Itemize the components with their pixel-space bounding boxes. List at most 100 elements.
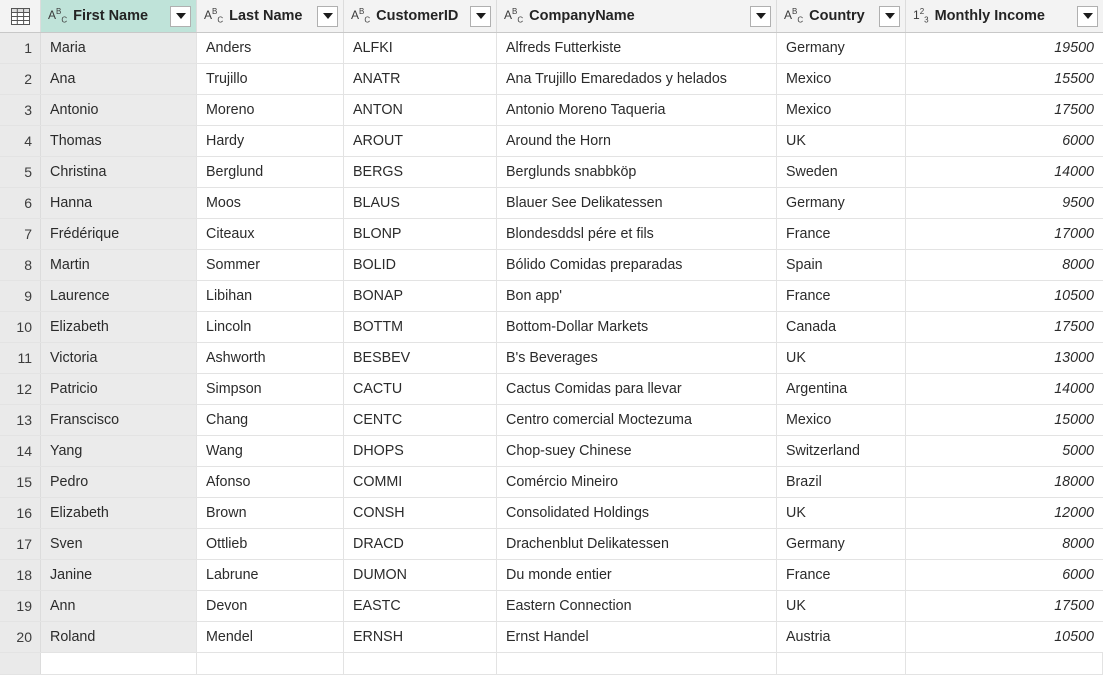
- cell-country[interactable]: Germany: [777, 188, 906, 218]
- table-row[interactable]: 20 Roland Mendel ERNSH Ernst Handel Austria 10…: [0, 622, 1103, 653]
- filter-dropdown-customerid[interactable]: [470, 5, 491, 27]
- cell-last-name[interactable]: Ottlieb: [197, 529, 344, 559]
- row-number[interactable]: 7: [0, 219, 41, 249]
- cell-companyname[interactable]: Blauer See Delikatessen: [497, 188, 777, 218]
- cell-country[interactable]: Mexico: [777, 95, 906, 125]
- cell-companyname[interactable]: Ana Trujillo Emaredados y helados: [497, 64, 777, 94]
- cell-companyname[interactable]: Du monde entier: [497, 560, 777, 590]
- cell-country[interactable]: UK: [777, 591, 906, 621]
- cell-first-name[interactable]: Sven: [41, 529, 197, 559]
- table-row[interactable]: 2 Ana Trujillo ANATR Ana Trujillo Emaredados…: [0, 64, 1103, 95]
- row-number[interactable]: 2: [0, 64, 41, 94]
- cell-last-name[interactable]: Moos: [197, 188, 344, 218]
- cell-customerid[interactable]: BLONP: [344, 219, 497, 249]
- table-row[interactable]: 9 Laurence Libihan BONAP Bon app' France 10500: [0, 281, 1103, 312]
- cell-companyname[interactable]: Blondesddsl pére et fils: [497, 219, 777, 249]
- cell-first-name[interactable]: Frédérique: [41, 219, 197, 249]
- cell-customerid[interactable]: BERGS: [344, 157, 497, 187]
- cell-last-name[interactable]: Anders: [197, 33, 344, 63]
- cell-monthly-income[interactable]: 6000: [906, 560, 1103, 590]
- cell-customerid[interactable]: ANTON: [344, 95, 497, 125]
- cell-customerid[interactable]: BLAUS: [344, 188, 497, 218]
- cell-customerid[interactable]: AROUT: [344, 126, 497, 156]
- row-number[interactable]: 14: [0, 436, 41, 466]
- cell-customerid[interactable]: ALFKI: [344, 33, 497, 63]
- table-row[interactable]: 7 Frédérique Citeaux BLONP Blondesddsl pére …: [0, 219, 1103, 250]
- row-number[interactable]: 9: [0, 281, 41, 311]
- row-number[interactable]: 6: [0, 188, 41, 218]
- cell-last-name[interactable]: Devon: [197, 591, 344, 621]
- table-row[interactable]: 14 Yang Wang DHOPS Chop-suey Chinese Switzerl…: [0, 436, 1103, 467]
- cell-country[interactable]: France: [777, 281, 906, 311]
- cell-last-name[interactable]: Brown: [197, 498, 344, 528]
- table-row[interactable]: 15 Pedro Afonso COMMI Comércio Mineiro Brazil…: [0, 467, 1103, 498]
- row-number[interactable]: 16: [0, 498, 41, 528]
- column-header-customerid[interactable]: ABC CustomerID: [344, 0, 497, 32]
- cell-first-name[interactable]: Elizabeth: [41, 312, 197, 342]
- row-number[interactable]: 19: [0, 591, 41, 621]
- cell-last-name[interactable]: Labrune: [197, 560, 344, 590]
- table-row[interactable]: 13 Franscisco Chang CENTC Centro comercial M…: [0, 405, 1103, 436]
- table-row[interactable]: 11 Victoria Ashworth BESBEV B's Beverages UK 1…: [0, 343, 1103, 374]
- table-row[interactable]: 18 Janine Labrune DUMON Du monde entier Franc…: [0, 560, 1103, 591]
- row-number[interactable]: 4: [0, 126, 41, 156]
- cell-first-name[interactable]: Laurence: [41, 281, 197, 311]
- cell-companyname[interactable]: Consolidated Holdings: [497, 498, 777, 528]
- cell-customerid[interactable]: ERNSH: [344, 622, 497, 652]
- table-row[interactable]: 12 Patricio Simpson CACTU Cactus Comidas par…: [0, 374, 1103, 405]
- cell-last-name[interactable]: Lincoln: [197, 312, 344, 342]
- table-row[interactable]: 1 Maria Anders ALFKI Alfreds Futterkiste Germ…: [0, 33, 1103, 64]
- cell-monthly-income[interactable]: 18000: [906, 467, 1103, 497]
- cell-monthly-income[interactable]: 8000: [906, 529, 1103, 559]
- cell-last-name[interactable]: Afonso: [197, 467, 344, 497]
- cell-companyname[interactable]: Antonio Moreno Taqueria: [497, 95, 777, 125]
- cell-last-name[interactable]: Simpson: [197, 374, 344, 404]
- table-row[interactable]: 17 Sven Ottlieb DRACD Drachenblut Delikatess…: [0, 529, 1103, 560]
- cell-empty[interactable]: [497, 653, 777, 674]
- cell-monthly-income[interactable]: 17500: [906, 312, 1103, 342]
- row-number[interactable]: 3: [0, 95, 41, 125]
- cell-country[interactable]: Spain: [777, 250, 906, 280]
- cell-first-name[interactable]: Janine: [41, 560, 197, 590]
- cell-customerid[interactable]: DRACD: [344, 529, 497, 559]
- row-number[interactable]: 1: [0, 33, 41, 63]
- cell-companyname[interactable]: Centro comercial Moctezuma: [497, 405, 777, 435]
- cell-empty[interactable]: [344, 653, 497, 674]
- cell-first-name[interactable]: Hanna: [41, 188, 197, 218]
- column-header-first-name[interactable]: ABC First Name: [41, 0, 197, 32]
- cell-country[interactable]: France: [777, 560, 906, 590]
- cell-companyname[interactable]: Bottom-Dollar Markets: [497, 312, 777, 342]
- cell-first-name[interactable]: Patricio: [41, 374, 197, 404]
- cell-country[interactable]: France: [777, 219, 906, 249]
- cell-country[interactable]: Mexico: [777, 405, 906, 435]
- cell-first-name[interactable]: Victoria: [41, 343, 197, 373]
- cell-last-name[interactable]: Berglund: [197, 157, 344, 187]
- cell-monthly-income[interactable]: 6000: [906, 126, 1103, 156]
- cell-country[interactable]: Germany: [777, 529, 906, 559]
- cell-companyname[interactable]: Alfreds Futterkiste: [497, 33, 777, 63]
- cell-last-name[interactable]: Ashworth: [197, 343, 344, 373]
- column-header-companyname[interactable]: ABC CompanyName: [497, 0, 777, 32]
- cell-monthly-income[interactable]: 17500: [906, 591, 1103, 621]
- column-header-last-name[interactable]: ABC Last Name: [197, 0, 344, 32]
- cell-companyname[interactable]: Bon app': [497, 281, 777, 311]
- cell-last-name[interactable]: Citeaux: [197, 219, 344, 249]
- table-row[interactable]: [0, 653, 1103, 675]
- cell-country[interactable]: UK: [777, 343, 906, 373]
- filter-dropdown-companyname[interactable]: [750, 5, 771, 27]
- table-row[interactable]: 6 Hanna Moos BLAUS Blauer See Delikatessen Ge…: [0, 188, 1103, 219]
- filter-dropdown-first-name[interactable]: [170, 5, 191, 27]
- cell-last-name[interactable]: Chang: [197, 405, 344, 435]
- cell-monthly-income[interactable]: 9500: [906, 188, 1103, 218]
- cell-first-name[interactable]: Martin: [41, 250, 197, 280]
- row-number[interactable]: 5: [0, 157, 41, 187]
- cell-customerid[interactable]: EASTC: [344, 591, 497, 621]
- cell-last-name[interactable]: Libihan: [197, 281, 344, 311]
- cell-first-name[interactable]: Maria: [41, 33, 197, 63]
- cell-companyname[interactable]: Drachenblut Delikatessen: [497, 529, 777, 559]
- cell-last-name[interactable]: Sommer: [197, 250, 344, 280]
- row-number[interactable]: 17: [0, 529, 41, 559]
- cell-monthly-income[interactable]: 14000: [906, 374, 1103, 404]
- cell-first-name[interactable]: Ann: [41, 591, 197, 621]
- cell-first-name[interactable]: Yang: [41, 436, 197, 466]
